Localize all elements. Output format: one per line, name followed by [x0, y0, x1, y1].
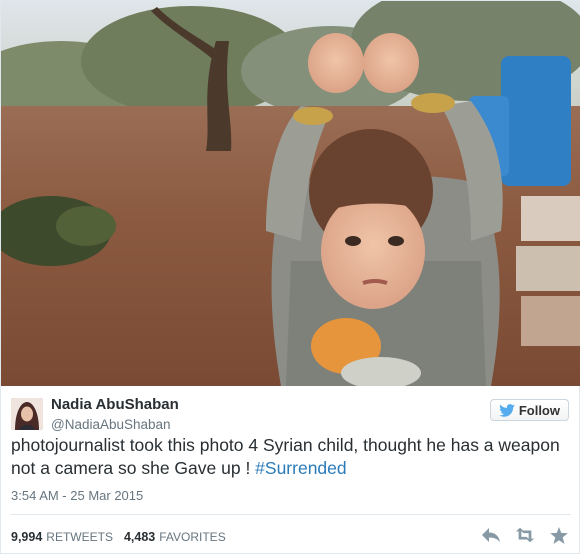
favorite-icon[interactable] [549, 526, 569, 544]
favorites-stat[interactable]: 4,483 FAVORITES [124, 530, 226, 544]
photo-image [1, 1, 580, 386]
retweets-label: RETWEETS [46, 530, 113, 544]
author-handle[interactable]: @NadiaAbuShaban [51, 417, 171, 432]
tweet-timestamp[interactable]: 3:54 AM - 25 Mar 2015 [11, 488, 143, 503]
tweet-actions [481, 526, 569, 544]
retweets-stat[interactable]: 9,994 RETWEETS [11, 530, 113, 544]
tweet-text: photojournalist took this photo 4 Syrian… [11, 434, 571, 480]
follow-button-label: Follow [518, 402, 560, 418]
tweet-body: Nadia AbuShaban @NadiaAbuShaban Follow p… [1, 386, 580, 555]
hashtag-link[interactable]: #Surrended [255, 458, 346, 478]
reply-icon[interactable] [481, 526, 501, 544]
tweet-photo[interactable] [1, 1, 580, 386]
avatar[interactable] [11, 398, 43, 430]
divider [11, 514, 571, 515]
avatar-image [11, 398, 43, 430]
favorites-count: 4,483 [123, 530, 156, 544]
retweet-icon[interactable] [515, 526, 535, 544]
retweets-count: 9,994 [11, 530, 43, 544]
twitter-bird-icon [499, 403, 515, 417]
tweet-card: Nadia AbuShaban @NadiaAbuShaban Follow p… [0, 0, 580, 554]
follow-button[interactable]: Follow [489, 399, 569, 421]
tweet-stats: 9,994 RETWEETS 4,483 FAVORITES [11, 530, 232, 544]
favorites-label: FAVORITES [159, 530, 226, 544]
author-name[interactable]: Nadia AbuShaban [51, 396, 179, 413]
